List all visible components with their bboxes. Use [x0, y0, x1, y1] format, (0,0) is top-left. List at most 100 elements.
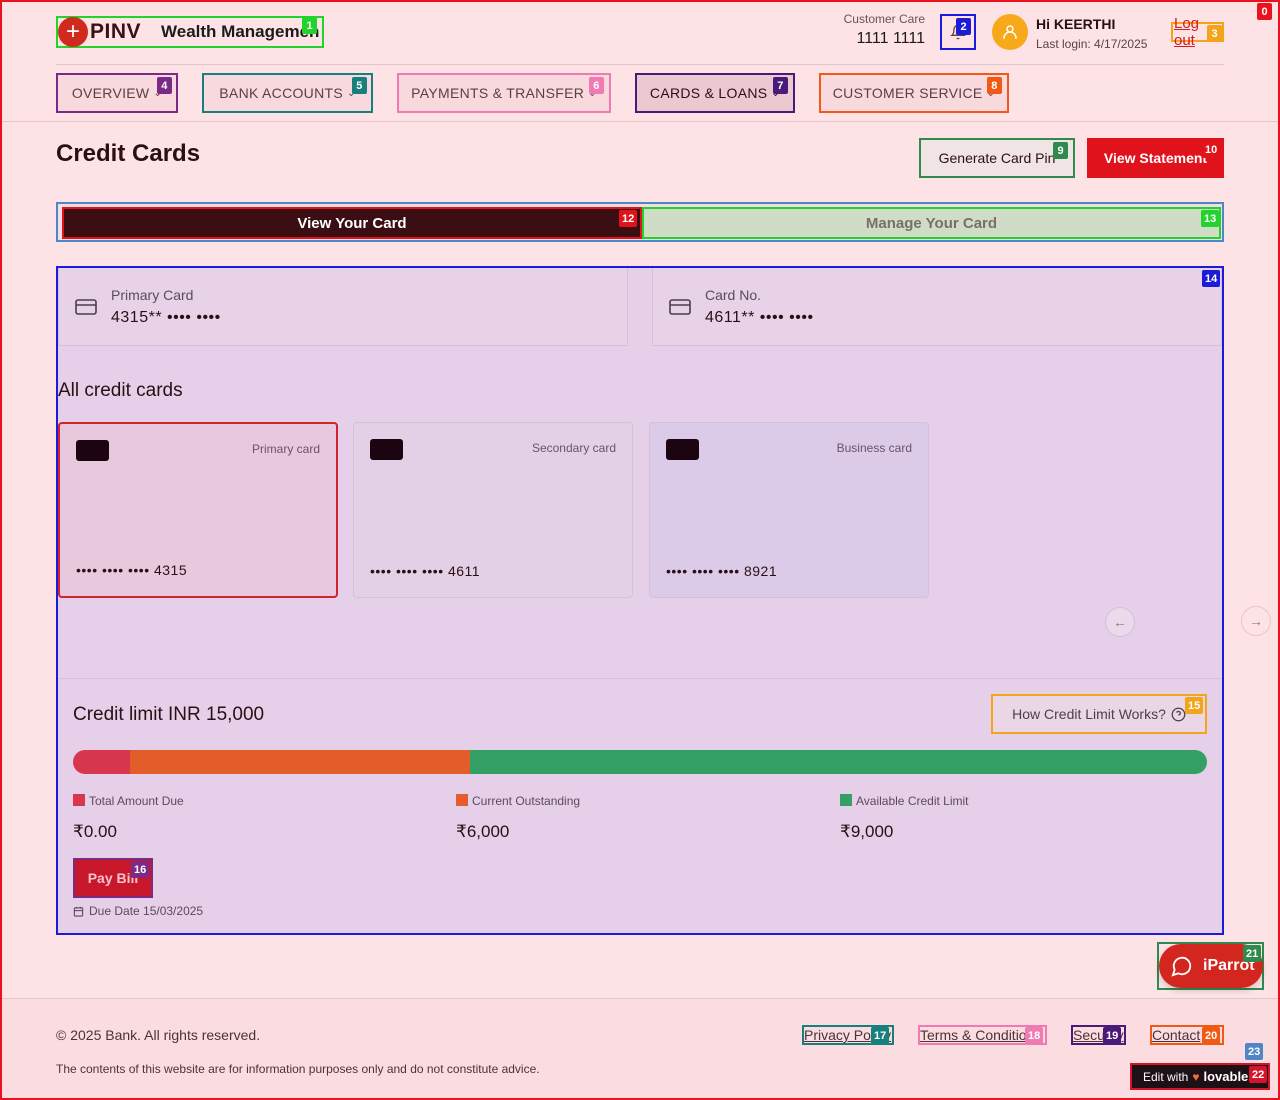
legend-swatch [73, 794, 85, 806]
chat-bubble-icon [1171, 956, 1192, 977]
bar-current-outstanding [129, 750, 470, 774]
how-label: How Credit Limit Works? [1012, 706, 1166, 722]
mark-label: 14 [1202, 270, 1221, 287]
greeting-name: Hi KEERTHI [1036, 16, 1116, 32]
nav-customer-service[interactable]: CUSTOMER SERVICE⌄ 8 [819, 73, 1009, 113]
help-icon [1171, 707, 1186, 721]
carousel-next-button[interactable]: → [1241, 606, 1271, 636]
due-date: Due Date 15/03/2025 [73, 904, 203, 918]
arrow-right-icon: → [1249, 613, 1263, 629]
card-chip [76, 440, 109, 461]
nav-overview[interactable]: OVERVIEW⌄ 4 [56, 73, 178, 113]
plus-icon: + [58, 17, 88, 47]
nav-payments-transfer[interactable]: PAYMENTS & TRANSFER⌄ 6 [397, 73, 611, 113]
card-type: Primary card [251, 442, 320, 456]
how-credit-limit-works-button[interactable]: How Credit Limit Works? 15 [991, 694, 1207, 734]
legend-label: Current Outstanding [472, 794, 581, 808]
pay-bill-button[interactable]: Pay Bill 16 [73, 858, 153, 898]
legend-swatch [840, 794, 852, 806]
mark-label: 0 [1257, 3, 1272, 20]
mark-label: 19 [1103, 1027, 1122, 1044]
lovable-brand: lovable [1203, 1069, 1249, 1084]
tab-label: Manage Your Card [865, 214, 998, 232]
card-chip [666, 439, 699, 460]
mark-label: 7 [773, 77, 788, 94]
care-label: Customer Care [843, 12, 925, 26]
legend-value: ₹0.00 [73, 822, 117, 841]
legend-current-outstanding: Current Outstanding ₹6,000 [456, 792, 580, 842]
card-number-label: Card No. [705, 286, 762, 303]
legend-value: ₹9,000 [840, 822, 894, 841]
primary-card-value: 4315** •••• •••• [111, 308, 221, 326]
copyright: © 2025 Bank. All rights reserved. [56, 1027, 261, 1043]
lovable-prefix: Edit with [1143, 1069, 1189, 1084]
mark-label: 6 [589, 77, 604, 94]
link-label: Contact [1152, 1027, 1201, 1043]
mark-label: 18 [1025, 1027, 1044, 1044]
credit-card-panel: 14 Primary Card 4315** •••• •••• Card No… [56, 266, 1224, 935]
legend-swatch [456, 794, 468, 806]
credit-card-business[interactable]: Business card •••• •••• •••• 8921 [649, 422, 929, 598]
logo-text: PINV [90, 20, 142, 43]
tab-label: View Your Card [297, 214, 407, 232]
tab-view-your-card[interactable]: View Your Card 12 [62, 207, 642, 239]
credit-card-icon [75, 298, 97, 315]
legend-value: ₹6,000 [456, 822, 510, 841]
user-greeting: Hi KEERTHI Last login: 4/17/2025 [1036, 16, 1147, 51]
logout-link[interactable]: Log out 3 [1171, 15, 1224, 49]
card-chip [370, 439, 403, 460]
mark-label: 17 [871, 1027, 890, 1044]
notifications-button[interactable]: 2 [940, 14, 976, 50]
credit-card-primary[interactable]: Primary card •••• •••• •••• 4315 [58, 422, 338, 598]
all-credit-cards-heading: All credit cards [58, 380, 183, 401]
credit-card-icon [669, 298, 691, 315]
card-type: Business card [836, 441, 912, 455]
bar-total-due [73, 750, 130, 774]
generate-card-pin-button[interactable]: Generate Card Pin 9 [919, 138, 1075, 178]
mark-label: 9 [1053, 142, 1068, 159]
brand-logo[interactable]: + PINV Wealth Management 1 [56, 16, 324, 48]
card-number: •••• •••• •••• 4315 [76, 562, 188, 578]
mark-label: 23 [1245, 1043, 1264, 1060]
nav-bank-accounts[interactable]: BANK ACCOUNTS⌄ 5 [202, 73, 373, 113]
credit-limit-bar [73, 750, 1207, 774]
card-type: Secondary card [531, 441, 616, 455]
mark-label: 21 [1243, 945, 1262, 962]
customer-care: Customer Care 1111 1111 [839, 12, 925, 48]
nav-label: CARDS & LOANS [649, 85, 768, 101]
nav-label: BANK ACCOUNTS [219, 85, 343, 101]
user-icon [1003, 25, 1017, 39]
last-login: Last login: 4/17/2025 [1036, 37, 1148, 51]
credit-limit-title: Credit limit INR 15,000 [73, 704, 265, 725]
nav-divider [0, 121, 1280, 122]
nav-label: OVERVIEW [71, 85, 150, 101]
mark-label: 10 [1202, 141, 1221, 158]
nav-label: CUSTOMER SERVICE [832, 85, 983, 101]
avatar[interactable] [992, 14, 1028, 50]
footer: © 2025 Bank. All rights reserved. The co… [0, 998, 1280, 1100]
mark-label: 13 [1201, 210, 1220, 227]
mark-label: 5 [352, 77, 367, 94]
tab-manage-your-card[interactable]: Manage Your Card 13 [642, 207, 1221, 239]
nav-label: PAYMENTS & TRANSFER [411, 85, 585, 101]
legend-label: Available Credit Limit [856, 794, 969, 808]
nav-cards-loans[interactable]: CARDS & LOANS⌄ 7 [635, 73, 795, 113]
bar-available-limit [469, 750, 1207, 774]
arrow-left-icon: ← [1113, 614, 1127, 630]
header: + PINV Wealth Management 1 Customer Care… [56, 0, 1224, 65]
card-tabs: View Your Card 12 Manage Your Card 13 [56, 202, 1224, 242]
mark-label: 15 [1185, 697, 1204, 714]
primary-card-summary: Primary Card 4315** •••• •••• [58, 268, 628, 346]
card-number: •••• •••• •••• 8921 [666, 563, 778, 579]
legend-label: Total Amount Due [89, 794, 184, 808]
mark-label: 3 [1207, 25, 1222, 42]
generate-pin-label: Generate Card Pin [938, 150, 1056, 166]
view-statement-button[interactable]: View Statement 10 [1087, 138, 1224, 178]
card-number-summary: Card No. 4611** •••• •••• [652, 268, 1222, 346]
logo-subtitle: Wealth Management [161, 22, 320, 41]
credit-card-secondary[interactable]: Secondary card •••• •••• •••• 4611 [353, 422, 633, 598]
carousel-prev-button[interactable]: ← [1105, 607, 1135, 637]
mark-label: 4 [157, 77, 172, 94]
mark-label: 8 [987, 77, 1002, 94]
mark-label: 16 [131, 861, 150, 878]
